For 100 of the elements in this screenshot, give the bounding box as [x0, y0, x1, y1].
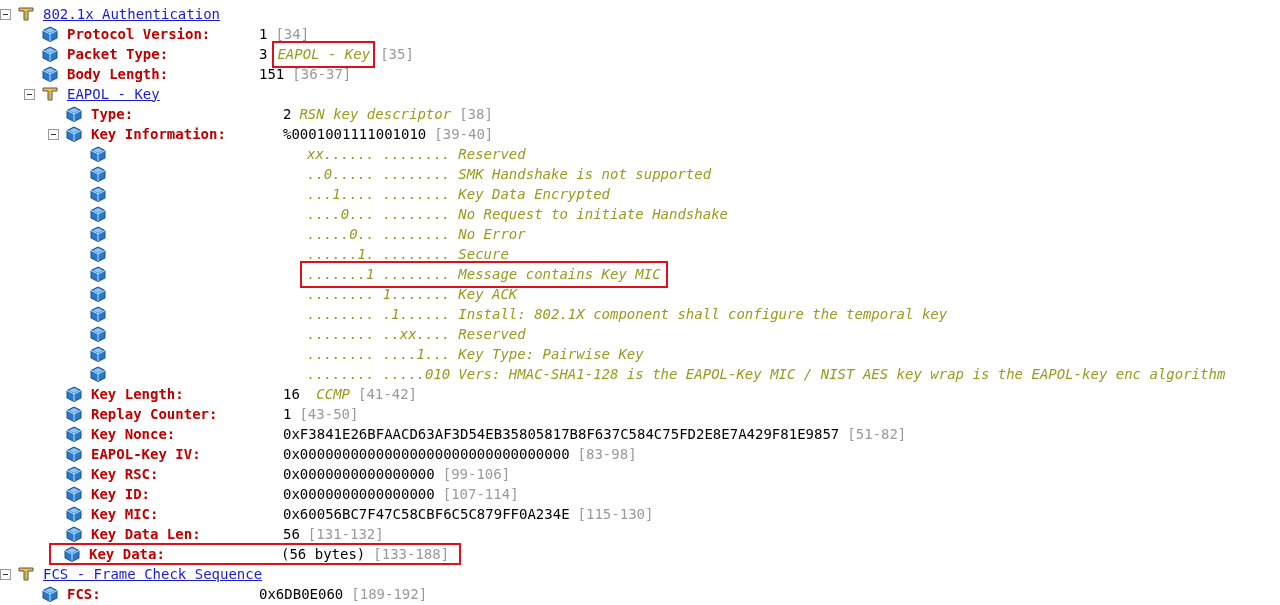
field-value: 0x6DB0E060 [259, 584, 344, 604]
field-label: EAPOL-Key IV: [91, 444, 202, 464]
value-description: Install: 802.1X component shall configure the temporal key [458, 304, 948, 324]
value-description: Reserved [458, 324, 526, 344]
field-value: 0x00000000000000000000000000000000 [283, 444, 570, 464]
field-label: Key Nonce: [91, 424, 177, 444]
field-label: Protocol Version: [67, 24, 212, 44]
field-value: 3 [259, 44, 268, 64]
field-value: 0x0000000000000000 [283, 484, 435, 504]
byte-range: [34] [275, 24, 310, 44]
bit-mask: ......1. ........ [307, 244, 451, 264]
collapse-toggle[interactable] [0, 8, 11, 20]
cube-icon [89, 206, 107, 222]
field-label: Key Information: [91, 124, 227, 144]
cube-icon [89, 146, 107, 162]
cube-icon [65, 506, 83, 522]
bit-mask: ........ ....1... [307, 344, 451, 364]
field-label: Key RSC: [91, 464, 160, 484]
cube-icon [89, 166, 107, 182]
cube-icon [89, 246, 107, 262]
value-description: No Error [458, 224, 526, 244]
field-value: 151 [259, 64, 285, 84]
cube-icon [65, 386, 83, 402]
bit-mask: ...1.... ........ [307, 184, 451, 204]
field-value: 0xF3841E26BFAACD63AF3D54EB35805817B8F637C584C75FD2E8E7A429F81E9857 [283, 424, 840, 444]
field-label: FCS: [67, 584, 102, 604]
cube-icon [41, 26, 59, 42]
field-value: 16 [283, 384, 301, 404]
byte-range: [189-192] [351, 584, 428, 604]
bit-mask: .......1 ........ [307, 264, 451, 284]
value-description: Key Data Encrypted [458, 184, 610, 204]
cube-icon [89, 326, 107, 342]
value-description: EAPOL - Key [275, 43, 373, 65]
byte-range: [35] [380, 44, 414, 64]
connector-icon [17, 566, 35, 582]
cube-icon [65, 106, 83, 122]
value-description: RSN key descriptor [299, 104, 452, 124]
field-label: Key Data Len: [91, 524, 202, 544]
cube-icon [89, 286, 107, 302]
bit-mask: ........ .1...... [307, 304, 451, 324]
field-label: Type: [91, 104, 135, 124]
section-link[interactable]: EAPOL - Key [67, 83, 160, 105]
connector-icon [41, 86, 59, 102]
cube-icon [65, 466, 83, 482]
byte-range: [133-188] [373, 544, 450, 564]
value-description: Reserved [458, 144, 526, 164]
field-value: 1 [259, 24, 268, 44]
byte-range: [36-37] [292, 64, 352, 84]
byte-range: [131-132] [307, 524, 384, 544]
bit-mask: ........ ..xx.... [307, 324, 451, 344]
section-link[interactable]: 802.1x Authentication [43, 3, 220, 25]
cube-icon [65, 126, 83, 142]
byte-range: [99-106] [442, 464, 511, 484]
cube-icon [89, 186, 107, 202]
cube-icon [65, 406, 83, 422]
field-value: 0x60056BC7F47C58CBF6C5C879FF0A234E [283, 504, 570, 524]
cube-icon [89, 226, 107, 242]
field-value: 2 [283, 104, 292, 124]
collapse-toggle[interactable] [0, 568, 11, 580]
collapse-toggle[interactable] [24, 88, 35, 100]
field-label: Key Length: [91, 384, 185, 404]
value-description: Vers: HMAC-SHA1-128 is the EAPOL-Key MIC / NIST AES key wrap is the EAPOL-key enc algorithm [458, 364, 1226, 384]
bit-mask: ........ 1....... [307, 284, 451, 304]
value-description: CCMP [316, 384, 350, 404]
section-link[interactable]: FCS - Frame Check Sequence [43, 563, 263, 585]
bit-mask: xx...... ........ [307, 144, 451, 164]
bit-mask: .....0.. ........ [307, 224, 451, 244]
bit-mask: ..0..... ........ [307, 164, 451, 184]
cube-icon [89, 306, 107, 322]
cube-icon [65, 486, 83, 502]
cube-icon [63, 546, 81, 562]
value-description: SMK Handshake is not supported [458, 164, 712, 184]
cube-icon [65, 526, 83, 542]
byte-range: [41-42] [358, 384, 418, 404]
value-description: Message contains Key MIC [458, 264, 661, 284]
byte-range: [83-98] [577, 444, 637, 464]
field-label: Key Data: [89, 544, 166, 564]
value-description: No Request to initiate Handshake [458, 204, 728, 224]
field-value: (56 bytes) [281, 544, 366, 564]
field-value: 1 [283, 404, 292, 424]
byte-range: [39-40] [434, 124, 494, 144]
value-description: Secure [458, 244, 509, 264]
byte-range: [38] [459, 104, 493, 124]
field-label: Replay Counter: [91, 404, 219, 424]
cube-icon [65, 446, 83, 462]
cube-icon [41, 586, 59, 602]
cube-icon [89, 266, 107, 282]
cube-icon [89, 346, 107, 362]
connector-icon [17, 6, 35, 22]
bit-mask: ....0... ........ [307, 204, 451, 224]
byte-range: [107-114] [442, 484, 519, 504]
byte-range: [51-82] [847, 424, 907, 444]
field-label: Key MIC: [91, 504, 160, 524]
field-value: %0001001111001010 [283, 124, 427, 144]
field-value: 0x0000000000000000 [283, 464, 435, 484]
cube-icon [41, 46, 59, 62]
byte-range: [115-130] [577, 504, 654, 524]
field-label: Packet Type: [67, 44, 170, 64]
byte-range: [43-50] [299, 404, 359, 424]
collapse-toggle[interactable] [48, 128, 59, 140]
